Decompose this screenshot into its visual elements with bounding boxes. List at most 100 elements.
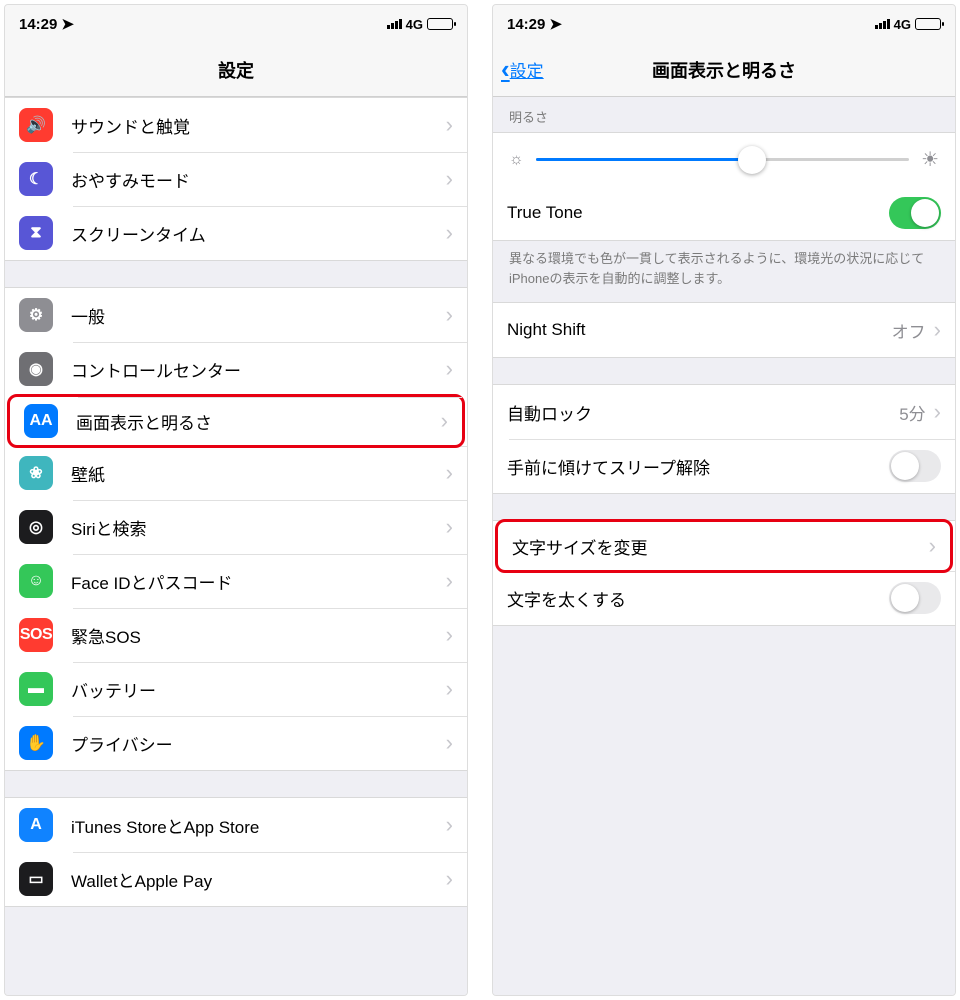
nav-bar: 設定: [5, 43, 467, 97]
chevron-right-icon: ›: [446, 302, 453, 328]
chevron-right-icon: ›: [446, 730, 453, 756]
location-icon: ➤: [549, 15, 562, 33]
battery-icon: ▬: [19, 672, 53, 706]
settings-row-sound[interactable]: 🔊 サウンドと触覚›: [5, 98, 467, 152]
row-label: Siriと検索: [71, 515, 446, 540]
row-label: Face IDとパスコード: [71, 569, 446, 594]
chevron-right-icon: ›: [934, 399, 941, 425]
textsize-label: 文字サイズを変更: [512, 534, 929, 559]
chevron-right-icon: ›: [446, 356, 453, 382]
faceid-icon: ☺: [19, 564, 53, 598]
display-icon: AA: [24, 404, 58, 438]
settings-list[interactable]: 🔊サウンドと触覚›☾おやすみモード›⧗スクリーンタイム›⚙一般›◉コントロールセ…: [5, 97, 467, 995]
row-label: iTunes StoreとApp Store: [71, 813, 446, 838]
row-label: バッテリー: [71, 677, 446, 702]
settings-row-gear[interactable]: ⚙一般›: [5, 288, 467, 342]
row-label: WalletとApple Pay: [71, 867, 446, 892]
chevron-right-icon: ›: [929, 533, 936, 559]
settings-row-sos[interactable]: SOS 緊急SOS›: [5, 608, 467, 662]
bold-toggle[interactable]: [889, 582, 941, 614]
row-label: 緊急SOS: [71, 623, 446, 648]
status-bar: 14:29 ➤ 4G: [5, 5, 467, 43]
network-label: 4G: [406, 17, 423, 32]
brightness-header: 明るさ: [493, 97, 955, 132]
bold-text-row[interactable]: 文字を太くする: [493, 571, 955, 625]
status-time: 14:29: [507, 16, 545, 33]
chevron-right-icon: ›: [934, 317, 941, 343]
settings-row-appstore[interactable]: AiTunes StoreとApp Store›: [5, 798, 467, 852]
battery-icon: [427, 18, 453, 30]
back-label: 設定: [510, 57, 544, 82]
page-title: 設定: [218, 57, 254, 83]
settings-row-battery[interactable]: ▬ バッテリー›: [5, 662, 467, 716]
nightshift-row[interactable]: Night Shift オフ ›: [493, 303, 955, 357]
location-icon: ➤: [61, 15, 74, 33]
wallet-icon: ▭: [19, 862, 53, 896]
sun-low-icon: ☼: [509, 151, 524, 169]
signal-icon: [875, 19, 890, 29]
brightness-slider[interactable]: [536, 158, 909, 161]
chevron-right-icon: ›: [446, 166, 453, 192]
row-label: おやすみモード: [71, 167, 446, 192]
nav-bar: ‹ 設定 画面表示と明るさ: [493, 43, 955, 97]
brightness-slider-row[interactable]: ☼ ☀: [493, 133, 955, 186]
raise-toggle[interactable]: [889, 450, 941, 482]
nightshift-value: オフ: [892, 318, 926, 343]
chevron-right-icon: ›: [446, 460, 453, 486]
settings-row-wallet[interactable]: ▭ WalletとApple Pay›: [5, 852, 467, 906]
settings-row-moon[interactable]: ☾ おやすみモード›: [5, 152, 467, 206]
display-settings-list[interactable]: 明るさ ☼ ☀ True Tone 異なる環境でも色が一貫して表示されるように、…: [493, 97, 955, 995]
settings-row-wallpaper[interactable]: ❀壁紙›: [5, 446, 467, 500]
status-time: 14:29: [19, 16, 57, 33]
chevron-right-icon: ›: [446, 622, 453, 648]
truetone-row[interactable]: True Tone: [493, 186, 955, 240]
phone-settings: 14:29 ➤ 4G 設定 🔊サウンドと触覚›☾おやすみモード›⧗スクリーンタイ…: [4, 4, 468, 996]
truetone-toggle[interactable]: [889, 197, 941, 229]
back-button[interactable]: ‹ 設定: [501, 54, 544, 85]
raise-label: 手前に傾けてスリープ解除: [507, 454, 889, 479]
row-label: サウンドと触覚: [71, 113, 446, 138]
phone-display-brightness: 14:29 ➤ 4G ‹ 設定 画面表示と明るさ 明るさ ☼ ☀: [492, 4, 956, 996]
sos-icon: SOS: [19, 618, 53, 652]
row-label: コントロールセンター: [71, 357, 446, 382]
signal-icon: [387, 19, 402, 29]
nightshift-label: Night Shift: [507, 320, 892, 340]
sun-high-icon: ☀: [921, 147, 939, 172]
moon-icon: ☾: [19, 162, 53, 196]
control-icon: ◉: [19, 352, 53, 386]
autolock-value: 5分: [899, 400, 925, 425]
truetone-note: 異なる環境でも色が一貫して表示されるように、環境光の状況に応じてiPhoneの表…: [493, 241, 955, 302]
autolock-row[interactable]: 自動ロック 5分 ›: [493, 385, 955, 439]
appstore-icon: A: [19, 808, 53, 842]
truetone-label: True Tone: [507, 203, 889, 223]
row-label: 一般: [71, 303, 446, 328]
bold-label: 文字を太くする: [507, 586, 889, 611]
text-size-row[interactable]: 文字サイズを変更 ›: [495, 519, 953, 573]
network-label: 4G: [894, 17, 911, 32]
siri-icon: ◎: [19, 510, 53, 544]
chevron-left-icon: ‹: [501, 54, 510, 85]
settings-row-hourglass[interactable]: ⧗スクリーンタイム›: [5, 206, 467, 260]
row-label: プライバシー: [71, 731, 446, 756]
row-label: スクリーンタイム: [71, 221, 446, 246]
chevron-right-icon: ›: [446, 676, 453, 702]
settings-row-siri[interactable]: ◎ Siriと検索›: [5, 500, 467, 554]
chevron-right-icon: ›: [446, 514, 453, 540]
settings-row-display[interactable]: AA画面表示と明るさ›: [7, 394, 465, 448]
chevron-right-icon: ›: [446, 812, 453, 838]
sound-icon: 🔊: [19, 108, 53, 142]
settings-row-control[interactable]: ◉ コントロールセンター›: [5, 342, 467, 396]
settings-row-privacy[interactable]: ✋ プライバシー›: [5, 716, 467, 770]
autolock-label: 自動ロック: [507, 400, 899, 425]
chevron-right-icon: ›: [446, 866, 453, 892]
hourglass-icon: ⧗: [19, 216, 53, 250]
page-title: 画面表示と明るさ: [652, 57, 796, 83]
settings-row-faceid[interactable]: ☺ Face IDとパスコード›: [5, 554, 467, 608]
chevron-right-icon: ›: [441, 408, 448, 434]
chevron-right-icon: ›: [446, 568, 453, 594]
chevron-right-icon: ›: [446, 112, 453, 138]
raise-to-wake-row[interactable]: 手前に傾けてスリープ解除: [493, 439, 955, 493]
privacy-icon: ✋: [19, 726, 53, 760]
row-label: 壁紙: [71, 461, 446, 486]
status-bar: 14:29 ➤ 4G: [493, 5, 955, 43]
